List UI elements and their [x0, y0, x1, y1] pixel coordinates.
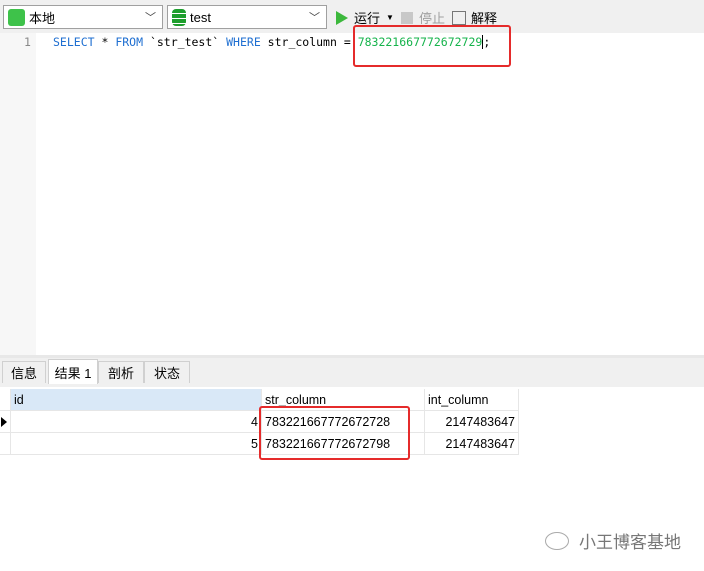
dropdown-arrow-icon[interactable]: ▼: [386, 13, 394, 22]
stop-icon: [401, 11, 413, 24]
tab-info[interactable]: 信息: [2, 361, 46, 383]
database-label: test: [190, 9, 211, 25]
sql-text: str_column =: [260, 35, 358, 49]
tab-label: 剖析: [107, 366, 134, 381]
column-header-id[interactable]: id: [11, 389, 262, 411]
sql-keyword: FROM: [115, 35, 144, 49]
sql-keyword: SELECT: [53, 35, 95, 49]
highlight-box: [353, 25, 511, 67]
watermark-text: 小王博客基地: [579, 533, 681, 552]
play-icon: [336, 10, 348, 25]
chevron-down-icon: ﹀: [145, 12, 156, 24]
cell-int_column[interactable]: 2147483647: [425, 411, 519, 433]
chevron-down-icon: ﹀: [309, 12, 320, 24]
cell-int_column[interactable]: 2147483647: [425, 433, 519, 455]
row-indicator-header: [0, 389, 11, 411]
connection-icon: [8, 8, 25, 26]
explain-icon: [452, 10, 466, 25]
cell-id[interactable]: 4: [11, 411, 262, 433]
connection-select[interactable]: 本地 ﹀: [3, 5, 163, 29]
tab-result-1[interactable]: 结果 1: [48, 359, 98, 384]
row-indicator: [0, 433, 11, 455]
tab-label: 状态: [153, 366, 180, 381]
tab-profile[interactable]: 剖析: [98, 361, 144, 383]
watermark: 小王博客基地: [545, 528, 681, 553]
tab-label: 结果 1: [54, 365, 92, 381]
cell-id[interactable]: 5: [11, 433, 262, 455]
current-row-icon: [0, 411, 11, 433]
highlight-box: [259, 406, 410, 460]
tab-label: 信息: [10, 366, 37, 381]
sql-text: `str_test`: [143, 35, 227, 49]
sql-keyword: WHERE: [226, 35, 261, 49]
line-gutter: [0, 33, 36, 355]
sql-editor[interactable]: [0, 33, 704, 355]
line-number: 1: [24, 35, 31, 49]
database-select[interactable]: test ﹀: [167, 5, 327, 29]
sql-text: *: [94, 35, 116, 49]
wechat-icon: [545, 531, 569, 550]
column-header-int_column[interactable]: int_column: [425, 389, 519, 411]
database-icon: [172, 8, 186, 26]
tab-status[interactable]: 状态: [144, 361, 190, 383]
connection-label: 本地: [29, 10, 56, 26]
